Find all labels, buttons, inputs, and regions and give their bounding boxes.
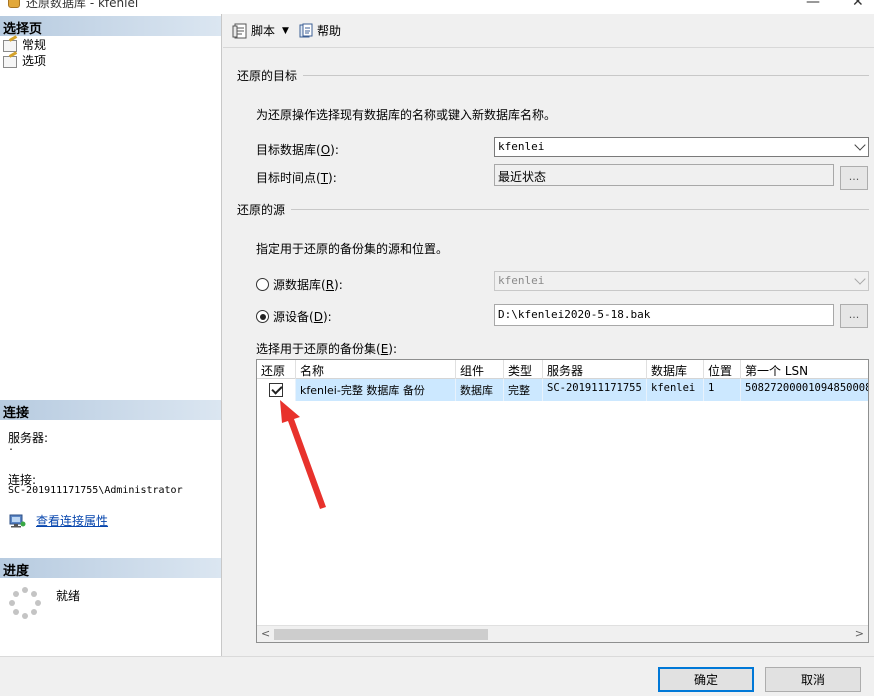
position-cell: 1 <box>704 379 741 401</box>
help-icon <box>299 23 313 37</box>
target-database-combo[interactable]: kfenlei <box>494 137 869 157</box>
target-time-label: 目标时间点(T): <box>256 171 337 185</box>
server-value: . <box>8 442 15 453</box>
nav-item-label: 选项 <box>22 53 47 68</box>
column-header-database[interactable]: 数据库 <box>647 360 704 379</box>
close-button[interactable]: ✕ <box>852 0 864 10</box>
database-cell: kfenlei <box>647 379 704 401</box>
group-divider <box>303 75 869 76</box>
column-header-type[interactable]: 类型 <box>504 360 543 379</box>
help-button[interactable]: 帮助 <box>295 20 344 42</box>
select-page-header: 选择页 <box>0 16 221 37</box>
nav-item-general[interactable]: 常规 <box>2 36 46 52</box>
toolbar: 脚本 ▼ 帮助 <box>223 14 874 48</box>
restore-target-description: 为还原操作选择现有数据库的名称或键入新数据库名称。 <box>256 108 557 122</box>
restore-target-group-title: 还原的目标 <box>237 69 298 83</box>
source-device-field[interactable]: D:\kfenlei2020-5-18.bak <box>494 304 834 326</box>
target-database-label: 目标数据库(O): <box>256 143 339 157</box>
restore-source-group-title: 还原的源 <box>237 203 286 217</box>
backup-sets-grid[interactable]: 还原 名称 组件 类型 服务器 数据库 位置 第一个 LSN kfenlei-完… <box>256 359 869 643</box>
source-device-browse-button[interactable]: ... <box>840 304 868 328</box>
connection-properties-icon <box>9 514 26 528</box>
column-header-server[interactable]: 服务器 <box>543 360 647 379</box>
right-panel: 脚本 ▼ 帮助 还原的目标 为还原操作选择现有数据库的名称或键入新数据库名称。 … <box>223 14 874 656</box>
connection-header: 连接 <box>0 400 221 421</box>
radio-indicator[interactable] <box>256 278 269 291</box>
column-header-position[interactable]: 位置 <box>704 360 741 379</box>
name-cell: kfenlei-完整 数据库 备份 <box>296 379 456 401</box>
target-database-value: kfenlei <box>498 140 545 153</box>
progress-header: 进度 <box>0 558 221 579</box>
restore-checkbox[interactable] <box>269 383 283 397</box>
cancel-button[interactable]: 取消 <box>765 667 861 692</box>
type-cell: 完整 <box>504 379 543 401</box>
target-time-field: 最近状态 <box>494 164 834 186</box>
ok-button[interactable]: 确定 <box>658 667 754 692</box>
progress-status: 就绪 <box>56 589 81 603</box>
server-cell: SC-201911171755 <box>543 379 647 401</box>
first-lsn-cell: 508272000010948500086 <box>741 379 868 401</box>
script-button[interactable]: 脚本 <box>229 20 278 42</box>
connection-value: SC-201911171755\Administrator <box>8 485 183 496</box>
progress-spinner-icon <box>9 587 41 619</box>
title-bar: 还原数据库 - kfenlei — ✕ <box>0 0 874 14</box>
radio-indicator-selected[interactable] <box>256 310 269 323</box>
target-time-browse-button[interactable]: ... <box>840 166 868 190</box>
column-header-component[interactable]: 组件 <box>456 360 504 379</box>
source-database-value: kfenlei <box>498 274 545 287</box>
dialog-footer: 确定 取消 <box>0 656 874 696</box>
nav-item-options[interactable]: 选项 <box>2 52 46 68</box>
window-title: 还原数据库 - kfenlei <box>26 0 139 10</box>
help-label: 帮助 <box>316 24 341 38</box>
scroll-left-arrow-icon[interactable]: < <box>261 627 270 640</box>
script-icon <box>232 23 247 38</box>
page-icon <box>2 37 18 52</box>
restore-cell[interactable] <box>257 379 296 401</box>
source-database-combo: kfenlei <box>494 271 869 291</box>
script-label: 脚本 <box>251 24 276 38</box>
left-panel: 选择页 常规 选项 连接 服务器: . 连接: SC-201911171755\… <box>0 14 222 656</box>
restore-source-description: 指定用于还原的备份集的源和位置。 <box>256 242 449 256</box>
nav-item-label: 常规 <box>22 37 47 52</box>
group-divider <box>291 209 869 210</box>
horizontal-scrollbar[interactable]: < > <box>257 625 868 642</box>
backup-sets-label: 选择用于还原的备份集(E): <box>256 342 398 356</box>
scroll-right-arrow-icon[interactable]: > <box>855 627 864 640</box>
view-connection-properties-link[interactable]: 查看连接属性 <box>36 512 108 529</box>
component-cell: 数据库 <box>456 379 504 401</box>
chevron-down-icon[interactable]: ▼ <box>282 26 289 36</box>
chevron-down-icon[interactable] <box>854 139 866 151</box>
source-device-label: 源设备(D): <box>273 310 332 324</box>
minimize-button[interactable]: — <box>806 0 820 10</box>
source-device-radio[interactable]: 源设备(D): <box>256 308 332 325</box>
source-database-radio[interactable]: 源数据库(R): <box>256 276 343 293</box>
source-database-label: 源数据库(R): <box>273 278 343 292</box>
column-header-first-lsn[interactable]: 第一个 LSN <box>741 360 868 379</box>
scrollbar-thumb[interactable] <box>274 629 488 640</box>
database-icon <box>8 0 20 8</box>
chevron-down-icon <box>854 273 866 285</box>
table-row[interactable]: kfenlei-完整 数据库 备份 数据库 完整 SC-201911171755… <box>257 379 868 401</box>
grid-header: 还原 名称 组件 类型 服务器 数据库 位置 第一个 LSN <box>257 360 868 379</box>
column-header-name[interactable]: 名称 <box>296 360 456 379</box>
column-header-restore[interactable]: 还原 <box>257 360 296 379</box>
page-icon <box>2 53 18 68</box>
